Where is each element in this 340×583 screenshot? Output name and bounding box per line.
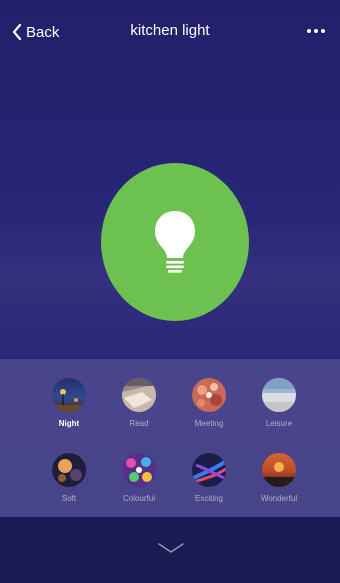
scene-exciting-thumbnail xyxy=(192,453,226,487)
scene-leisure-thumbnail xyxy=(262,378,296,412)
scene-colourful-thumbnail xyxy=(122,453,156,487)
scene-night[interactable]: Night xyxy=(34,378,104,428)
scene-selector: Night Read Meeting Leisure Soft Colourfu… xyxy=(0,359,340,517)
scene-read-label: Read xyxy=(129,419,149,428)
power-toggle-button[interactable] xyxy=(101,163,249,321)
page-title: kitchen light xyxy=(130,22,210,39)
scene-soft-thumbnail xyxy=(52,453,86,487)
scene-colourful[interactable]: Colourful xyxy=(104,453,174,503)
scene-read[interactable]: Read xyxy=(104,378,174,428)
lightbulb-icon xyxy=(155,211,195,273)
scene-meeting-thumbnail xyxy=(192,378,226,412)
scene-read-thumbnail xyxy=(122,378,156,412)
scene-colourful-label: Colourful xyxy=(122,494,155,503)
device-screen: Back kitchen light Night Read Meeting Le… xyxy=(0,0,340,583)
scene-wonderful-thumbnail xyxy=(262,453,296,487)
scene-exciting-label: Exciting xyxy=(194,494,223,503)
collapse-button[interactable] xyxy=(157,541,185,559)
scene-soft[interactable]: Soft xyxy=(34,453,104,503)
scene-night-thumbnail xyxy=(52,378,86,412)
scene-wonderful-label: Wonderful xyxy=(260,494,298,503)
scene-night-label: Night xyxy=(58,419,80,428)
more-button[interactable] xyxy=(304,22,328,40)
scene-meeting[interactable]: Meeting xyxy=(174,378,244,428)
scene-exciting[interactable]: Exciting xyxy=(174,453,244,503)
scene-wonderful[interactable]: Wonderful xyxy=(244,453,314,503)
scene-meeting-label: Meeting xyxy=(194,419,224,428)
nav-header: Back kitchen light xyxy=(0,0,340,62)
scene-soft-label: Soft xyxy=(61,494,77,503)
scene-leisure-label: Leisure xyxy=(265,419,293,428)
more-horizontal-icon xyxy=(307,29,325,33)
chevron-down-icon xyxy=(158,543,184,553)
scene-leisure[interactable]: Leisure xyxy=(244,378,314,428)
